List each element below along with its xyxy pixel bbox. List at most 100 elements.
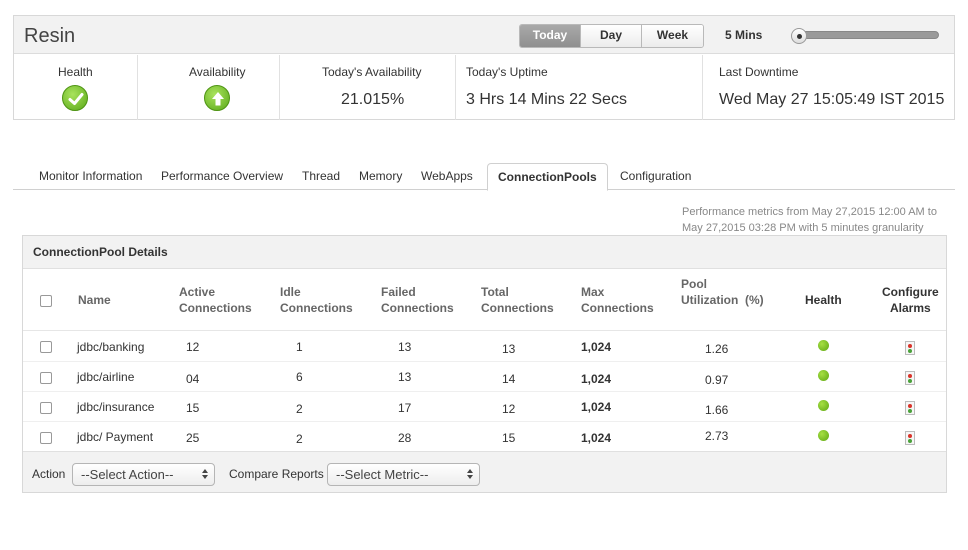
active-connections: 12 xyxy=(186,340,200,354)
col-max-connections[interactable]: Max Connections xyxy=(581,284,654,316)
idle-connections: 2 xyxy=(296,402,303,416)
select-metric-value: --Select Metric-- xyxy=(336,467,429,482)
table-actions-bar: Action --Select Action-- Compare Reports… xyxy=(23,451,946,492)
todays-availability-stat: Today's Availability 21.015% xyxy=(280,55,456,120)
configure-alarm-icon[interactable] xyxy=(905,371,915,385)
last-downtime-stat: Last Downtime Wed May 27 15:05:49 IST 20… xyxy=(703,55,954,120)
tab-monitor-information[interactable]: Monitor Information xyxy=(29,163,152,190)
performance-metrics-note: Performance metrics from May 27,2015 12:… xyxy=(682,204,952,236)
range-day-button[interactable]: Day xyxy=(581,25,642,47)
pool-utilization: 1.66 xyxy=(705,403,729,417)
dropdown-arrows-icon xyxy=(202,469,208,480)
todays-uptime-value: 3 Hrs 14 Mins 22 Secs xyxy=(466,91,627,108)
col-total-connections[interactable]: Total Connections xyxy=(481,284,554,316)
range-today-button[interactable]: Today xyxy=(520,25,581,47)
col-configure-alarms: Configure Alarms xyxy=(882,285,939,315)
total-connections: 12 xyxy=(502,402,516,416)
connectionpool-details-panel: ConnectionPool Details Name Active Connec… xyxy=(22,235,947,493)
table-row: jdbc/insurance 15 2 17 12 1,024 1.66 xyxy=(23,392,946,422)
last-downtime-label: Last Downtime xyxy=(719,65,799,79)
health-label: Health xyxy=(58,65,93,79)
select-action-value: --Select Action-- xyxy=(81,467,174,482)
panel-title: ConnectionPool Details xyxy=(23,236,946,269)
todays-availability-value: 21.015% xyxy=(341,91,405,108)
todays-uptime-label: Today's Uptime xyxy=(466,65,548,79)
health-status-icon xyxy=(818,400,829,411)
pool-name[interactable]: jdbc/ Payment xyxy=(77,430,153,444)
availability-up-arrow-icon xyxy=(204,85,230,111)
availability-stat: Availability xyxy=(138,55,280,120)
select-action-dropdown[interactable]: --Select Action-- xyxy=(72,463,215,486)
time-range-toggle: Today Day Week xyxy=(519,24,704,48)
idle-connections: 6 xyxy=(296,370,303,384)
pool-utilization: 0.97 xyxy=(705,373,729,387)
last-downtime-value: Wed May 27 15:05:49 IST 2015 xyxy=(719,91,945,108)
monitor-title: Resin xyxy=(24,25,76,47)
col-pool-utilization[interactable]: Pool Utilization (%) xyxy=(681,276,764,308)
select-metric-dropdown[interactable]: --Select Metric-- xyxy=(327,463,480,486)
max-connections: 1,024 xyxy=(581,431,612,445)
summary-stats: Health Availability Today's Availability… xyxy=(14,55,954,120)
todays-availability-label: Today's Availability xyxy=(322,65,422,79)
pool-name[interactable]: jdbc/insurance xyxy=(77,400,154,414)
select-all-checkbox[interactable] xyxy=(40,295,52,307)
failed-connections: 17 xyxy=(398,401,412,415)
max-connections: 1,024 xyxy=(581,400,612,414)
monitor-header: Resin Today Day Week 5 Mins Health Avail… xyxy=(13,15,955,120)
col-active-connections[interactable]: Active Connections xyxy=(179,284,252,316)
health-status-icon xyxy=(818,430,829,441)
idle-connections: 2 xyxy=(296,432,303,446)
monitor-tabs: Monitor Information Performance Overview… xyxy=(13,163,955,191)
slider-handle[interactable] xyxy=(791,28,807,44)
table-header: Name Active Connections Idle Connections F… xyxy=(23,269,946,331)
tab-connectionpools[interactable]: ConnectionPools xyxy=(487,163,608,191)
pool-name[interactable]: jdbc/banking xyxy=(77,340,144,354)
interval-slider[interactable] xyxy=(791,28,939,44)
table-row: jdbc/ Payment 25 2 28 15 1,024 2.73 xyxy=(23,422,946,452)
table-row: jdbc/banking 12 1 13 13 1,024 1.26 xyxy=(23,332,946,362)
pool-utilization: 1.26 xyxy=(705,342,729,356)
tab-thread[interactable]: Thread xyxy=(292,163,350,190)
failed-connections: 28 xyxy=(398,431,412,445)
header-bar: Resin Today Day Week 5 Mins xyxy=(14,16,954,54)
total-connections: 14 xyxy=(502,372,516,386)
idle-connections: 1 xyxy=(296,340,303,354)
availability-label: Availability xyxy=(189,65,246,79)
row-checkbox[interactable] xyxy=(40,432,52,444)
col-name[interactable]: Name xyxy=(78,292,111,308)
col-failed-connections[interactable]: Failed Connections xyxy=(381,284,454,316)
failed-connections: 13 xyxy=(398,370,412,384)
row-checkbox[interactable] xyxy=(40,341,52,353)
health-stat: Health xyxy=(14,55,138,120)
total-connections: 15 xyxy=(502,431,516,445)
active-connections: 25 xyxy=(186,431,200,445)
dropdown-arrows-icon xyxy=(467,469,473,480)
col-idle-connections[interactable]: Idle Connections xyxy=(280,284,353,316)
configure-alarm-icon[interactable] xyxy=(905,401,915,415)
todays-uptime-stat: Today's Uptime 3 Hrs 14 Mins 22 Secs xyxy=(456,55,703,120)
active-connections: 15 xyxy=(186,401,200,415)
health-status-icon xyxy=(818,340,829,351)
table-row: jdbc/airline 04 6 13 14 1,024 0.97 xyxy=(23,362,946,392)
active-connections: 04 xyxy=(186,372,200,386)
row-checkbox[interactable] xyxy=(40,372,52,384)
row-checkbox[interactable] xyxy=(40,402,52,414)
configure-alarm-icon[interactable] xyxy=(905,431,915,445)
pool-name[interactable]: jdbc/airline xyxy=(77,370,134,384)
health-ok-icon xyxy=(62,85,88,111)
tab-performance-overview[interactable]: Performance Overview xyxy=(151,163,293,190)
perf-note-line-2: May 27,2015 03:28 PM with 5 minutes gran… xyxy=(682,222,924,234)
tab-webapps[interactable]: WebApps xyxy=(411,163,483,190)
health-status-icon xyxy=(818,370,829,381)
tab-memory[interactable]: Memory xyxy=(349,163,412,190)
perf-note-line-1: Performance metrics from May 27,2015 12:… xyxy=(682,206,937,218)
pool-utilization: 2.73 xyxy=(705,429,729,443)
action-label: Action xyxy=(32,467,66,481)
compare-reports-label: Compare Reports xyxy=(229,467,324,481)
failed-connections: 13 xyxy=(398,340,412,354)
tab-configuration[interactable]: Configuration xyxy=(610,163,701,190)
configure-alarm-icon[interactable] xyxy=(905,341,915,355)
range-week-button[interactable]: Week xyxy=(642,25,703,47)
total-connections: 13 xyxy=(502,342,516,356)
max-connections: 1,024 xyxy=(581,340,612,354)
